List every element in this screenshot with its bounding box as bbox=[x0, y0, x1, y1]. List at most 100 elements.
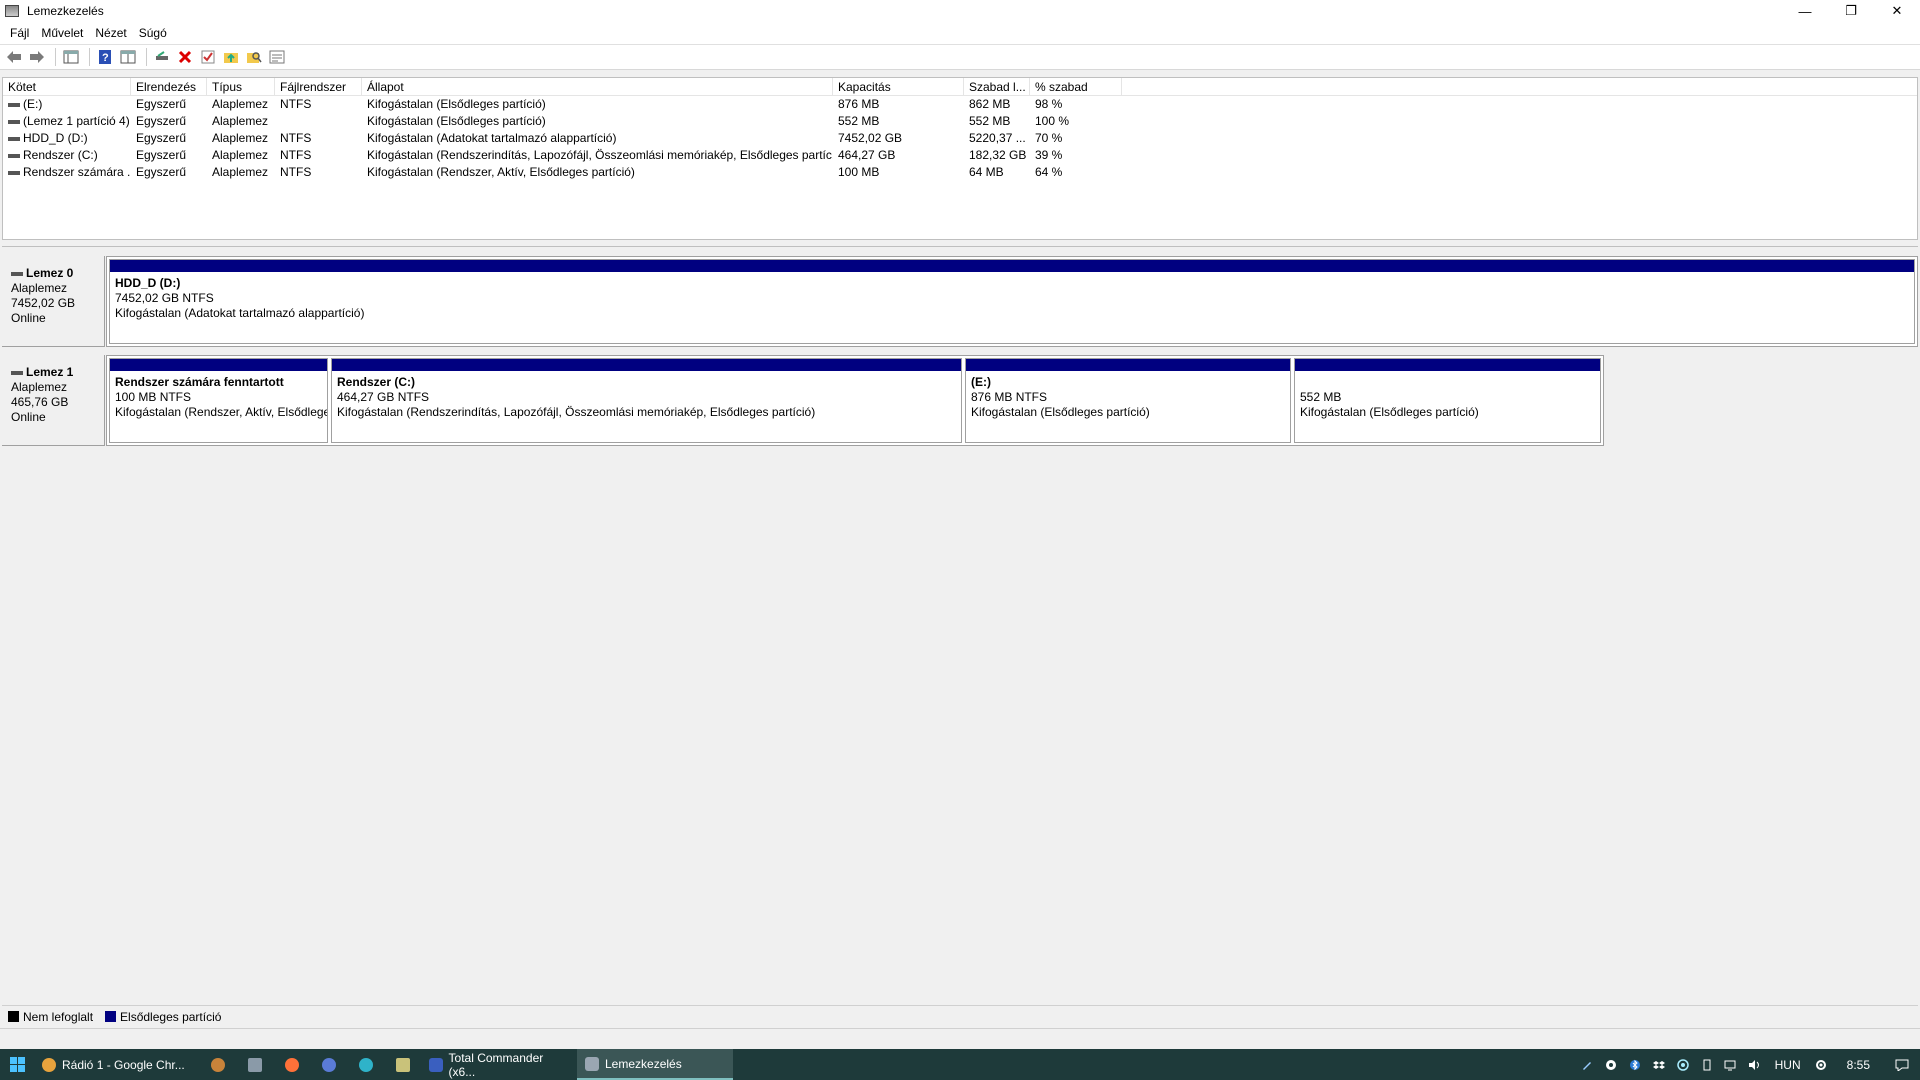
percent-free-cell: 70 % bbox=[1035, 131, 1063, 145]
settings-gear-app-icon[interactable] bbox=[199, 1049, 236, 1080]
console-icon[interactable] bbox=[61, 47, 81, 67]
primary-partition-bar bbox=[1295, 359, 1600, 371]
table-row[interactable]: HDD_D (D:) Egyszerű Alaplemez NTFS Kifog… bbox=[3, 130, 1917, 147]
forward-icon[interactable] bbox=[27, 47, 47, 67]
toolbar: ? bbox=[0, 44, 1920, 70]
layout-cell: Egyszerű bbox=[136, 114, 187, 128]
partition-name: HDD_D (D:) bbox=[115, 276, 181, 290]
capacity-cell: 876 MB bbox=[838, 97, 880, 111]
partition-name: Rendszer (C:) bbox=[337, 375, 416, 389]
volume-cell: Rendszer számára ... bbox=[3, 164, 131, 181]
taskbar-app-total-commander[interactable]: Total Commander (x6... bbox=[421, 1049, 577, 1080]
partition-status: Kifogástalan (Rendszer, Aktív, Elsődlege bbox=[115, 405, 327, 419]
delete-icon[interactable] bbox=[175, 47, 195, 67]
disk-0-partitions: HDD_D (D:) 7452,02 GB NTFS Kifogástalan … bbox=[106, 256, 1918, 347]
check-icon[interactable] bbox=[198, 47, 218, 67]
partition-e[interactable]: (E:) 876 MB NTFS Kifogástalan (Elsődlege… bbox=[965, 358, 1291, 443]
app-tray-icon[interactable] bbox=[1599, 1049, 1623, 1080]
back-icon[interactable] bbox=[4, 47, 24, 67]
partition-name: Rendszer számára fenntartott bbox=[115, 375, 284, 389]
minimize-button[interactable]: — bbox=[1782, 0, 1828, 22]
column-header-type[interactable]: Típus bbox=[207, 78, 275, 96]
bluetooth-icon[interactable] bbox=[1623, 1049, 1647, 1080]
type-cell: Alaplemez bbox=[212, 114, 269, 128]
table-row[interactable]: Rendszer számára ... Egyszerű Alaplemez … bbox=[3, 164, 1917, 181]
menu-help[interactable]: Súgó bbox=[133, 26, 173, 40]
network-app-icon[interactable] bbox=[1671, 1049, 1695, 1080]
type-cell: Alaplemez bbox=[212, 131, 269, 145]
language-indicator[interactable]: HUN bbox=[1767, 1058, 1809, 1072]
volume-cell: (Lemez 1 partíció 4) bbox=[3, 113, 131, 130]
disk-icon bbox=[11, 271, 23, 276]
partition-size: 100 MB NTFS bbox=[115, 390, 192, 404]
connect-icon[interactable] bbox=[152, 47, 172, 67]
capacity-cell: 464,27 GB bbox=[838, 148, 896, 162]
volume-icon bbox=[8, 102, 20, 107]
folder-up-icon[interactable] bbox=[221, 47, 241, 67]
percent-free-cell: 100 % bbox=[1035, 114, 1070, 128]
table-row[interactable]: Rendszer (C:) Egyszerű Alaplemez NTFS Ki… bbox=[3, 147, 1917, 164]
taskbar-app-chrome[interactable]: Rádió 1 - Google Chr... bbox=[34, 1049, 199, 1080]
volume-cell: HDD_D (D:) bbox=[3, 130, 131, 147]
free-space-cell: 64 MB bbox=[969, 165, 1004, 179]
properties-icon[interactable] bbox=[118, 47, 138, 67]
column-header-filesystem[interactable]: Fájlrendszer bbox=[275, 78, 362, 96]
volume-icon[interactable] bbox=[1743, 1049, 1767, 1080]
legend-item-primary: Elsődleges partíció bbox=[105, 1010, 221, 1024]
pen-icon[interactable] bbox=[1575, 1049, 1599, 1080]
disk-1-partitions: Rendszer számára fenntartott 100 MB NTFS… bbox=[106, 355, 1604, 446]
menu-action[interactable]: Művelet bbox=[35, 26, 89, 40]
status-cell: Kifogástalan (Elsődleges partíció) bbox=[367, 97, 546, 111]
taskbar-app-disk-management[interactable]: Lemezkezelés bbox=[577, 1049, 733, 1080]
volume-icon bbox=[8, 153, 20, 158]
partition-name: (E:) bbox=[971, 375, 991, 389]
partition-4[interactable]: 552 MB Kifogástalan (Elsődleges partíció… bbox=[1294, 358, 1601, 443]
wifi-icon[interactable] bbox=[1719, 1049, 1743, 1080]
search-folder-icon[interactable] bbox=[244, 47, 264, 67]
web-app-icon[interactable] bbox=[310, 1049, 347, 1080]
help-icon[interactable]: ? bbox=[95, 47, 115, 67]
gear-icon[interactable] bbox=[1809, 1049, 1833, 1080]
start-button[interactable] bbox=[0, 1049, 34, 1080]
partition-system-reserved[interactable]: Rendszer számára fenntartott 100 MB NTFS… bbox=[109, 358, 328, 443]
status-bar bbox=[0, 1028, 1920, 1048]
disk-graphical-view: Lemez 0 Alaplemez 7452,02 GB Online HDD_… bbox=[2, 246, 1918, 1025]
status-cell: Kifogástalan (Rendszerindítás, Lapozófáj… bbox=[367, 148, 833, 162]
partition-size: 7452,02 GB NTFS bbox=[115, 291, 214, 305]
volume-icon bbox=[8, 170, 20, 175]
partition-size: 552 MB bbox=[1300, 390, 1342, 404]
restore-button[interactable]: ❐ bbox=[1828, 0, 1874, 22]
table-row[interactable]: (E:) Egyszerű Alaplemez NTFS Kifogástala… bbox=[3, 96, 1917, 113]
notification-icon[interactable] bbox=[1884, 1049, 1920, 1080]
dropbox-icon[interactable] bbox=[1647, 1049, 1671, 1080]
menu-view[interactable]: Nézet bbox=[89, 26, 132, 40]
capacity-cell: 100 MB bbox=[838, 165, 880, 179]
svg-text:?: ? bbox=[102, 52, 109, 64]
column-header-status[interactable]: Állapot bbox=[362, 78, 833, 96]
column-header-volume[interactable]: Kötet bbox=[3, 78, 131, 96]
calculator-icon[interactable] bbox=[236, 1049, 273, 1080]
partition-hdd-d[interactable]: HDD_D (D:) 7452,02 GB NTFS Kifogástalan … bbox=[109, 259, 1915, 344]
usb-icon[interactable] bbox=[1695, 1049, 1719, 1080]
total-commander-icon bbox=[429, 1057, 443, 1072]
notepad-icon[interactable] bbox=[384, 1049, 421, 1080]
windows-logo-icon bbox=[9, 1057, 25, 1072]
disk-label-1[interactable]: Lemez 1 Alaplemez 465,76 GB Online bbox=[2, 355, 105, 446]
column-header-layout[interactable]: Elrendezés bbox=[131, 78, 207, 96]
column-header-free-space[interactable]: Szabad l... bbox=[964, 78, 1030, 96]
filesystem-cell: NTFS bbox=[280, 97, 312, 111]
partition-status: Kifogástalan (Rendszerindítás, Lapozófáj… bbox=[337, 405, 816, 419]
column-header-capacity[interactable]: Kapacitás bbox=[833, 78, 964, 96]
partition-system-c[interactable]: Rendszer (C:) 464,27 GB NTFS Kifogástala… bbox=[331, 358, 962, 443]
volume-list: Kötet Elrendezés Típus Fájlrendszer Álla… bbox=[2, 77, 1918, 240]
menu-file[interactable]: Fájl bbox=[4, 26, 35, 40]
disk-label-0[interactable]: Lemez 0 Alaplemez 7452,02 GB Online bbox=[2, 256, 105, 347]
edge-icon[interactable] bbox=[347, 1049, 384, 1080]
clock[interactable]: 8:55 bbox=[1833, 1058, 1884, 1072]
settings-icon[interactable] bbox=[267, 47, 287, 67]
column-header-percent-free[interactable]: % szabad bbox=[1030, 78, 1122, 96]
table-row[interactable]: (Lemez 1 partíció 4) Egyszerű Alaplemez … bbox=[3, 113, 1917, 130]
firefox-icon[interactable] bbox=[273, 1049, 310, 1080]
disk-type: Alaplemez bbox=[11, 380, 68, 394]
close-button[interactable]: ✕ bbox=[1874, 0, 1920, 22]
